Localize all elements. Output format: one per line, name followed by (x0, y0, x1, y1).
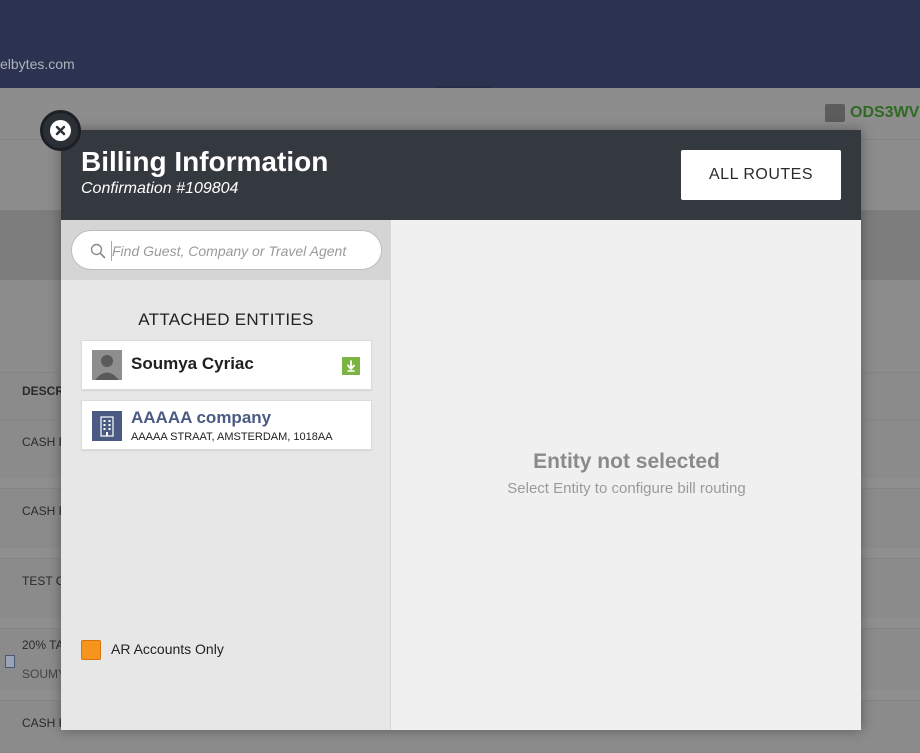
reservation-icon (825, 104, 845, 122)
all-routes-button[interactable]: ALL ROUTES (681, 150, 841, 200)
search-box[interactable] (71, 230, 382, 270)
close-icon (50, 120, 71, 141)
app-header (0, 0, 920, 88)
avatar (92, 350, 122, 380)
site-url: elbytes.com (0, 56, 75, 72)
entities-panel: ATTACHED ENTITIES Soumya Cyriac (61, 220, 391, 730)
entity-name: AAAAA company (131, 408, 272, 427)
empty-state-title: Entity not selected (533, 450, 720, 473)
entity-card-guest[interactable]: Soumya Cyriac (81, 340, 372, 390)
row-description: 20% TA (22, 638, 64, 652)
search-input[interactable] (112, 239, 372, 263)
modal-header: Billing Information Confirmation #109804… (61, 130, 861, 220)
confirmation-number: Confirmation #109804 (81, 180, 239, 197)
attached-entities-title: ATTACHED ENTITIES (138, 310, 314, 329)
entity-card-company[interactable]: AAAAA company AAAAA STRAAT, AMSTERDAM, 1… (81, 400, 372, 450)
row-description: CASH F (22, 716, 67, 730)
download-icon[interactable] (342, 357, 360, 375)
search-bar (61, 220, 391, 280)
person-icon (92, 350, 122, 380)
empty-state-subtitle: Select Entity to configure bill routing (507, 480, 746, 497)
document-icon (5, 655, 15, 668)
close-modal-button[interactable] (40, 110, 81, 151)
billing-information-modal: Billing Information Confirmation #109804… (61, 130, 861, 730)
column-header-description: DESCR (22, 384, 65, 398)
row-description: CASH F (22, 435, 67, 449)
ar-accounts-only-checkbox[interactable] (81, 640, 101, 660)
routing-detail-panel: Entity not selected Select Entity to con… (392, 220, 861, 730)
search-icon (90, 243, 106, 259)
row-sub-description: SOUMY (22, 667, 67, 681)
building-icon (92, 411, 122, 441)
entity-name: Soumya Cyriac (131, 354, 254, 373)
entity-address: AAAAA STRAAT, AMSTERDAM, 1018AA (131, 431, 333, 443)
row-description: CASH F (22, 504, 67, 518)
row-description: TEST C (22, 574, 65, 588)
reservation-code: ODS3WV (850, 104, 920, 121)
modal-title: Billing Information (81, 146, 329, 177)
ar-accounts-only-label: AR Accounts Only (111, 641, 224, 657)
